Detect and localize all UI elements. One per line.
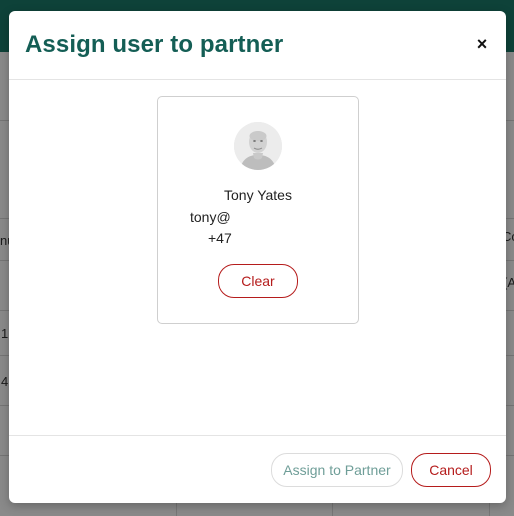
user-card: Tony Yates tony@ +47 Clear — [157, 96, 359, 324]
close-button[interactable]: × — [472, 33, 492, 55]
avatar — [234, 122, 282, 170]
assign-user-modal: Assign user to partner × Tony Yates tony… — [9, 11, 506, 503]
user-avatar-icon — [234, 122, 282, 170]
user-name: Tony Yates — [224, 187, 292, 203]
modal-footer: Assign to Partner Cancel — [9, 435, 506, 504]
user-phone: +47 — [208, 230, 232, 246]
clear-button[interactable]: Clear — [218, 264, 298, 298]
cancel-button[interactable]: Cancel — [411, 453, 491, 487]
assign-to-partner-button[interactable]: Assign to Partner — [271, 453, 403, 487]
user-email: tony@ — [190, 209, 231, 225]
modal-title: Assign user to partner — [25, 31, 284, 58]
modal-header: Assign user to partner × — [9, 11, 506, 80]
close-icon: × — [476, 34, 488, 54]
